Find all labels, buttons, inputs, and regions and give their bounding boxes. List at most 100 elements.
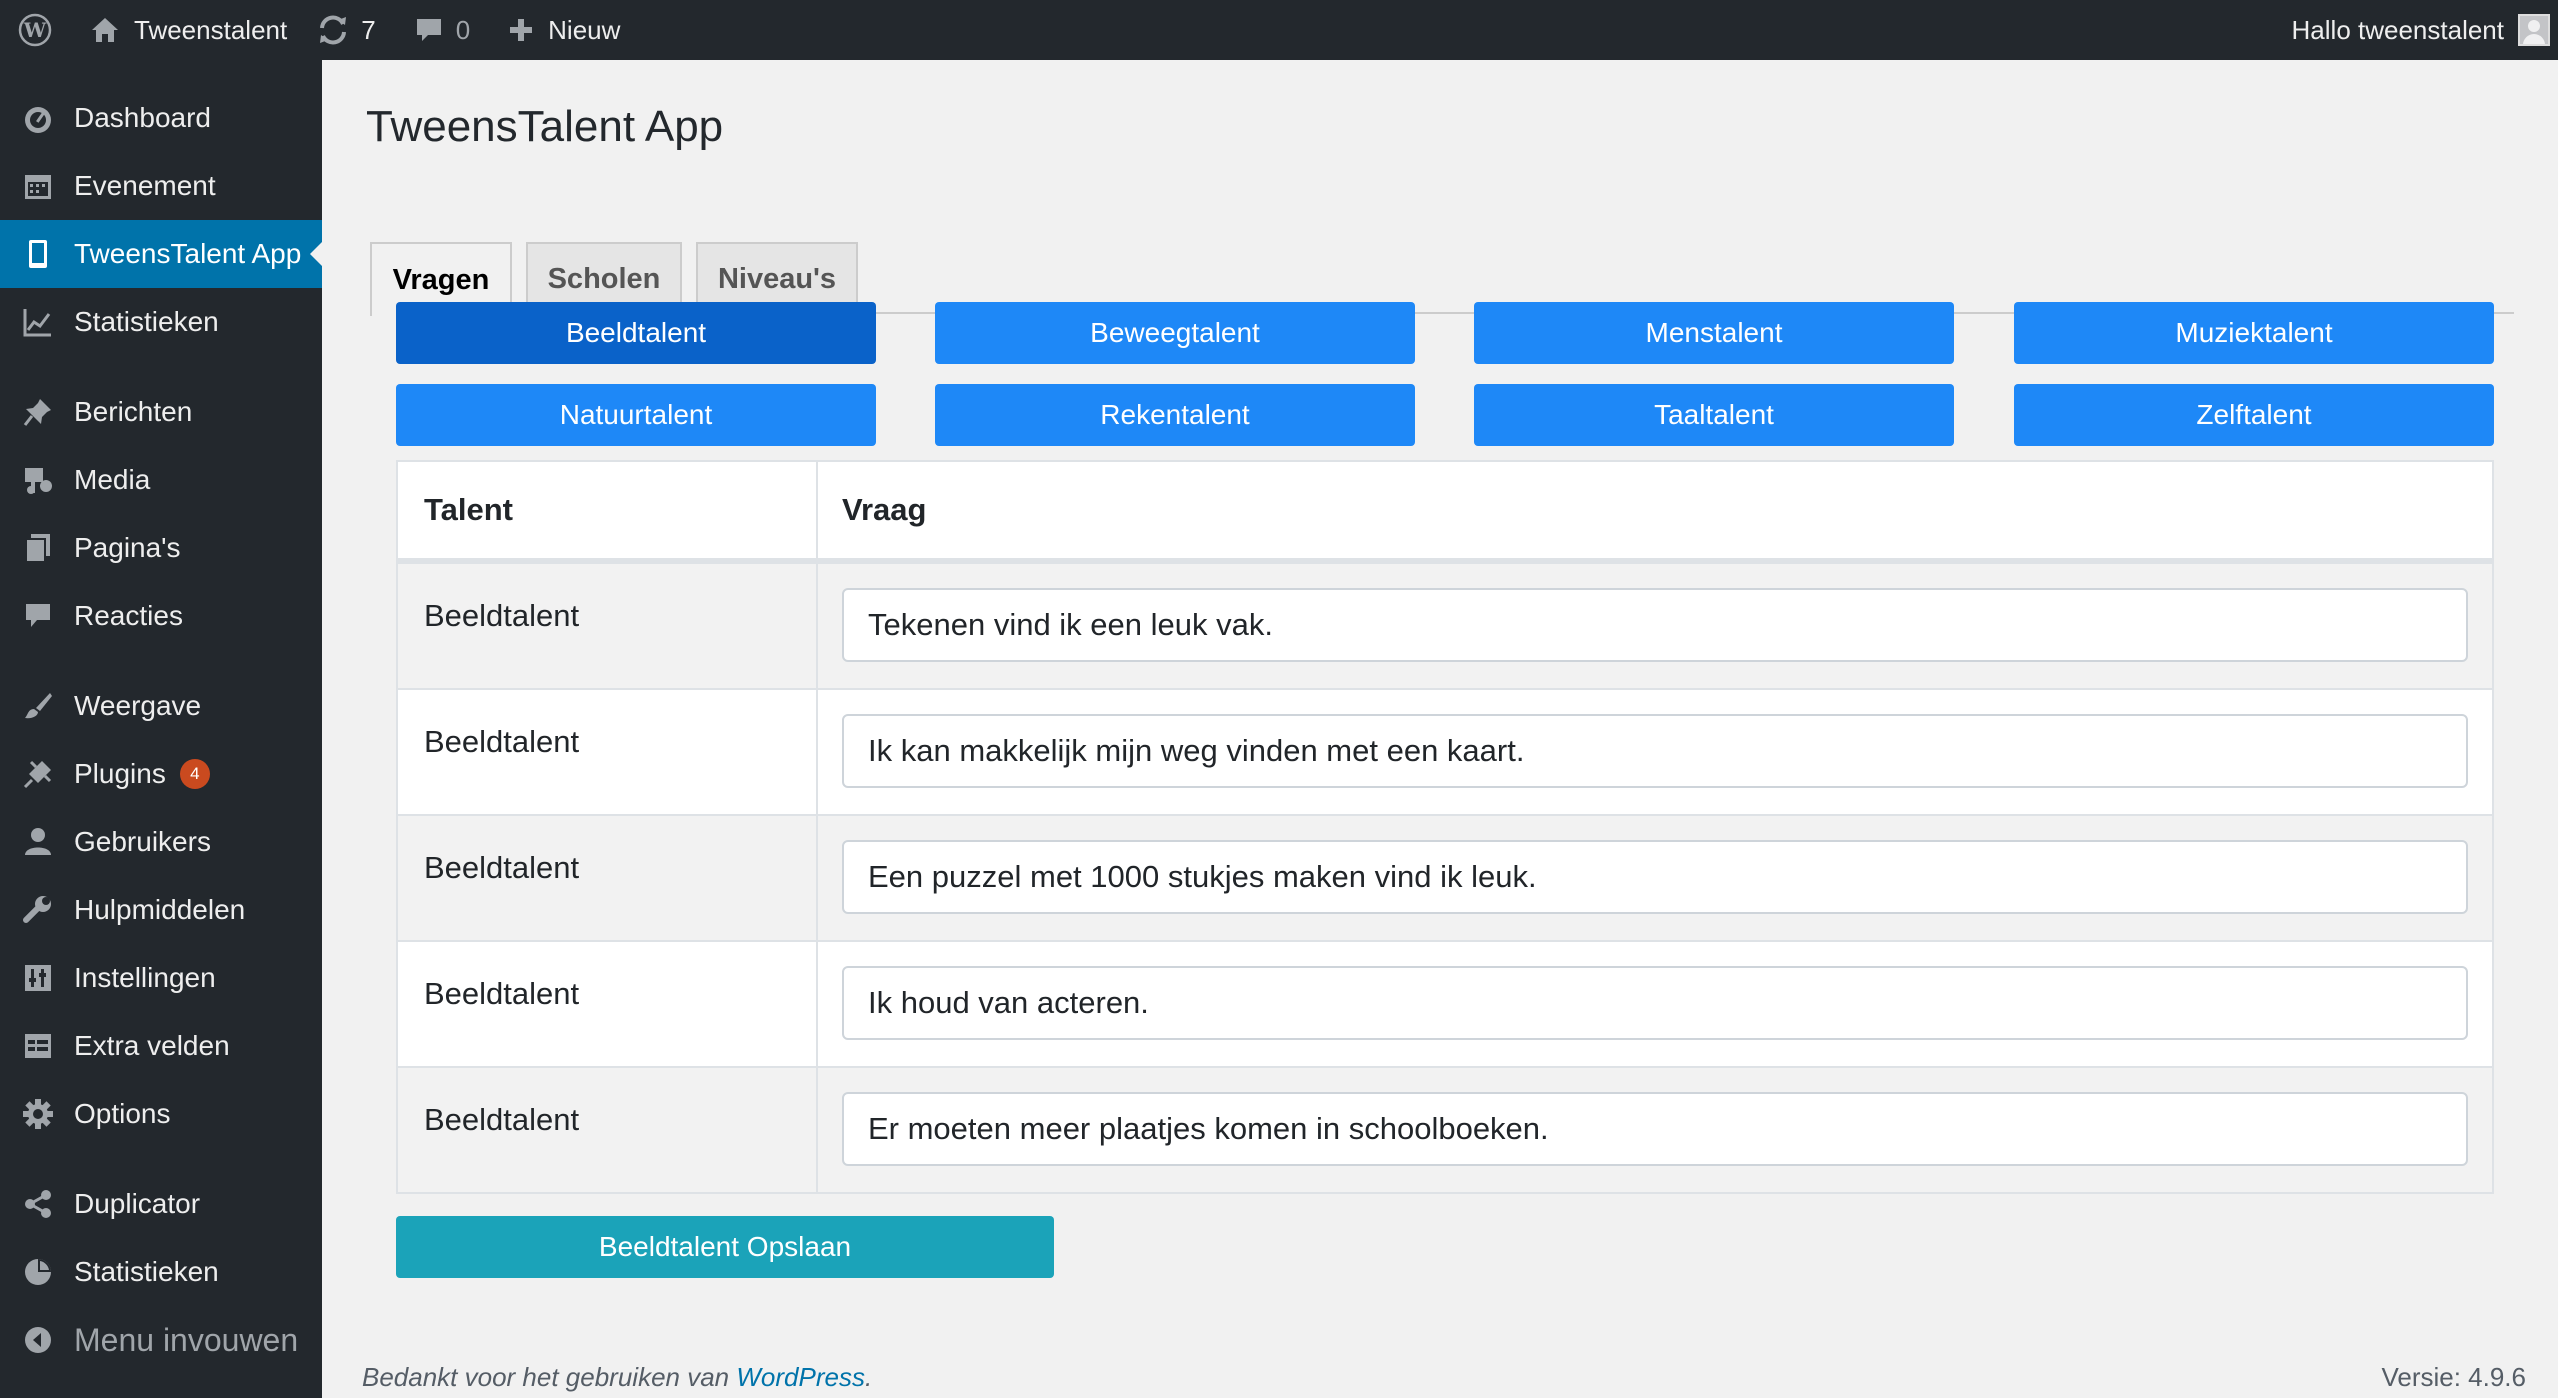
- collapse-menu-button[interactable]: Menu invouwen: [0, 1306, 322, 1374]
- talent-button-rekentalent[interactable]: Rekentalent: [935, 384, 1415, 446]
- footer-thanks: Bedankt voor het gebruiken van WordPress…: [362, 1362, 872, 1393]
- calendar-icon: [20, 168, 56, 204]
- menu-item-tweenstalent-app[interactable]: TweensTalent App: [0, 220, 322, 288]
- menu-item-paginas[interactable]: Pagina's: [0, 514, 322, 582]
- talent-button-beweegtalent[interactable]: Beweegtalent: [935, 302, 1415, 364]
- nav-tabs: Vragen Scholen Niveau's: [370, 182, 2514, 316]
- menu-item-label: Gebruikers: [74, 826, 211, 857]
- comments-link[interactable]: 0: [388, 0, 482, 60]
- my-account-link[interactable]: Hallo tweenstalent: [2292, 0, 2558, 60]
- new-content-label: Nieuw: [548, 14, 621, 45]
- media-icon: [20, 462, 56, 498]
- admin-bar: W Tweenstalent 7 0 Nieuw Hallo tweenstal…: [0, 0, 2558, 60]
- question-input[interactable]: Ik kan makkelijk mijn weg vinden met een…: [842, 714, 2468, 788]
- table-row: Beeldtalent Een puzzel met 1000 stukjes …: [398, 814, 2492, 940]
- plugin-updates-badge: 4: [179, 759, 210, 789]
- menu-item-dashboard[interactable]: Dashboard: [0, 84, 322, 152]
- question-input[interactable]: Er moeten meer plaatjes komen in schoolb…: [842, 1092, 2468, 1166]
- admin-sidebar: Dashboard Evenement TweensTalent App Sta…: [0, 60, 322, 1398]
- avatar: [2518, 14, 2550, 46]
- menu-item-statistieken-2[interactable]: Statistieken: [0, 1238, 322, 1306]
- menu-item-statistieken[interactable]: Statistieken: [0, 288, 322, 356]
- comment-bubble-icon: [416, 19, 441, 41]
- menu-item-evenement[interactable]: Evenement: [0, 152, 322, 220]
- menu-item-reacties[interactable]: Reacties: [0, 582, 322, 650]
- table-row: Beeldtalent Er moeten meer plaatjes kome…: [398, 1066, 2492, 1192]
- menu-item-hulpmiddelen[interactable]: Hulpmiddelen: [0, 876, 322, 944]
- main-content: TweensTalent App Vragen Scholen Niveau's…: [322, 60, 2558, 1398]
- menu-item-label: Berichten: [74, 396, 193, 427]
- menu-item-extra-velden[interactable]: Extra velden: [0, 1012, 322, 1080]
- pin-icon: [20, 394, 56, 430]
- talent-button-beeldtalent[interactable]: Beeldtalent: [396, 302, 876, 364]
- talent-button-taaltalent[interactable]: Taaltalent: [1474, 384, 1954, 446]
- talent-cell: Beeldtalent: [398, 816, 818, 940]
- talent-button-zelftalent[interactable]: Zelftalent: [2014, 384, 2494, 446]
- question-cell: Ik houd van acteren.: [818, 942, 2492, 1066]
- menu-item-label: Evenement: [74, 170, 216, 201]
- menu-item-label: Extra velden: [74, 1030, 230, 1061]
- talent-button-natuurtalent[interactable]: Natuurtalent: [396, 384, 876, 446]
- wordpress-link[interactable]: WordPress: [736, 1362, 865, 1392]
- brush-icon: [20, 688, 56, 724]
- menu-item-label: Dashboard: [74, 102, 211, 133]
- menu-item-label: Duplicator: [74, 1188, 201, 1219]
- talent-button-muziektalent[interactable]: Muziektalent: [2014, 302, 2494, 364]
- collapse-icon: [20, 1322, 56, 1358]
- table-body: Beeldtalent Tekenen vind ik een leuk vak…: [398, 562, 2492, 1192]
- page-title: TweensTalent App: [366, 102, 724, 151]
- menu-item-label: Plugins: [74, 758, 166, 789]
- question-cell: Een puzzel met 1000 stukjes maken vind i…: [818, 816, 2492, 940]
- home-icon: [92, 18, 118, 42]
- footer-thanks-prefix: Bedankt voor het gebruiken van: [362, 1362, 737, 1392]
- menu-item-plugins[interactable]: Plugins 4: [0, 740, 322, 808]
- menu-item-berichten[interactable]: Berichten: [0, 378, 322, 446]
- svg-text:W: W: [23, 18, 47, 42]
- question-input[interactable]: Een puzzel met 1000 stukjes maken vind i…: [842, 840, 2468, 914]
- wordpress-logo-icon: W: [18, 13, 52, 47]
- question-input[interactable]: Tekenen vind ik een leuk vak.: [842, 588, 2468, 662]
- grid-icon: [20, 1028, 56, 1064]
- plugin-icon: [20, 756, 56, 792]
- refresh-icon: [320, 15, 347, 45]
- settings-icon: [20, 960, 56, 996]
- question-cell: Tekenen vind ik een leuk vak.: [818, 564, 2492, 688]
- chart-line-icon: [20, 304, 56, 340]
- menu-item-instellingen[interactable]: Instellingen: [0, 944, 322, 1012]
- talent-cell: Beeldtalent: [398, 690, 818, 814]
- talent-button-menstalent[interactable]: Menstalent: [1474, 302, 1954, 364]
- talent-cell: Beeldtalent: [398, 1068, 818, 1192]
- column-header-talent: Talent: [398, 462, 818, 558]
- comment-icon: [20, 598, 56, 634]
- question-cell: Ik kan makkelijk mijn weg vinden met een…: [818, 690, 2492, 814]
- menu-item-label: Instellingen: [74, 962, 216, 993]
- updates-link[interactable]: 7: [299, 0, 387, 60]
- menu-item-gebruikers[interactable]: Gebruikers: [0, 808, 322, 876]
- menu-item-media[interactable]: Media: [0, 446, 322, 514]
- plus-icon: [510, 19, 533, 41]
- pie-chart-icon: [20, 1254, 56, 1290]
- questions-table: Talent Vraag Beeldtalent Tekenen vind ik…: [396, 460, 2494, 1194]
- table-header: Talent Vraag: [398, 462, 2492, 562]
- menu-item-label: Menu invouwen: [74, 1321, 299, 1358]
- menu-item-weergave[interactable]: Weergave: [0, 672, 322, 740]
- menu-item-label: Statistieken: [74, 306, 219, 337]
- menu-separator: [0, 650, 322, 672]
- greeting-label: Hallo tweenstalent: [2291, 14, 2504, 45]
- new-content-link[interactable]: Nieuw: [482, 0, 632, 60]
- updates-count: 7: [361, 14, 376, 45]
- footer-version: Versie: 4.9.6: [2381, 1362, 2526, 1392]
- menu-item-options[interactable]: Options: [0, 1080, 322, 1148]
- menu-item-label: Hulpmiddelen: [74, 894, 246, 925]
- save-button[interactable]: Beeldtalent Opslaan: [396, 1216, 1054, 1278]
- column-header-vraag: Vraag: [842, 492, 927, 527]
- site-name-link[interactable]: Tweenstalent: [64, 0, 299, 60]
- menu-item-label: Reacties: [74, 600, 183, 631]
- menu-item-label: Pagina's: [74, 532, 181, 563]
- talent-cell: Beeldtalent: [398, 942, 818, 1066]
- gear-icon: [20, 1096, 56, 1132]
- menu-separator: [0, 356, 322, 378]
- wordpress-logo-button[interactable]: W: [0, 0, 64, 60]
- question-input[interactable]: Ik houd van acteren.: [842, 966, 2468, 1040]
- menu-item-duplicator[interactable]: Duplicator: [0, 1170, 322, 1238]
